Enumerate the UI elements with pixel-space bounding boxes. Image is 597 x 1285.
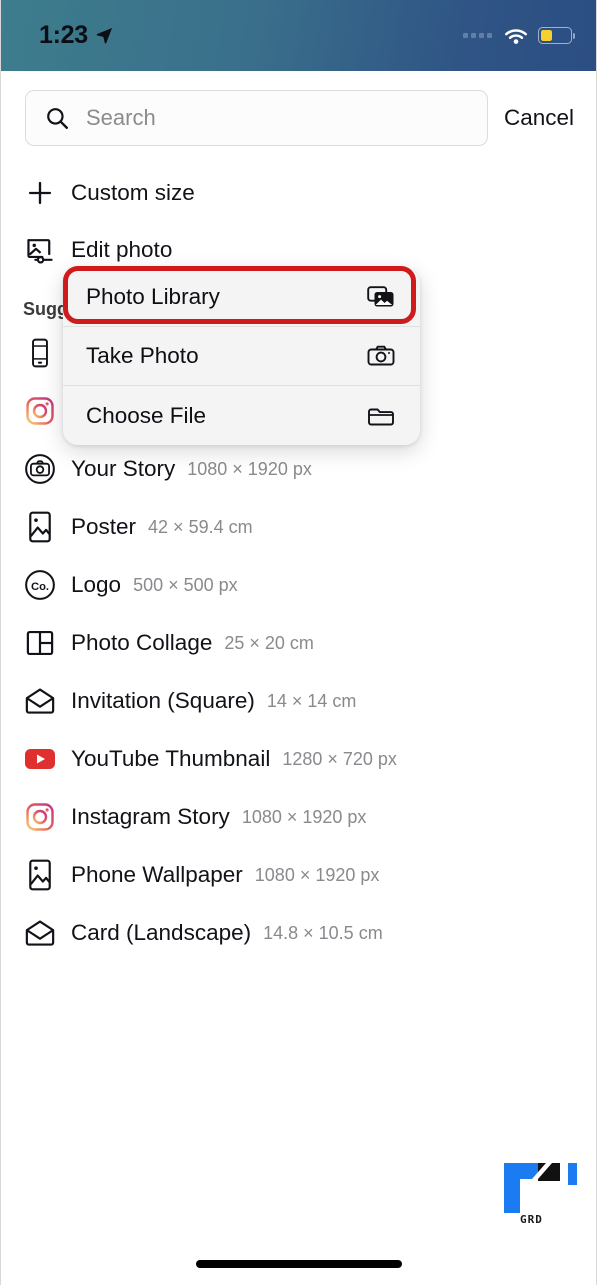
- cellular-signal-icon: [463, 33, 492, 38]
- list-item-photo-collage[interactable]: Photo Collage 25 × 20 cm: [1, 614, 596, 672]
- search-placeholder: Search: [86, 104, 156, 130]
- status-bar-clock: 1:23: [39, 21, 88, 49]
- wifi-icon: [504, 29, 528, 44]
- envelope-icon: [23, 916, 57, 950]
- list-item-youtube-thumbnail[interactable]: YouTube Thumbnail 1280 × 720 px: [1, 730, 596, 788]
- list-item-label: Poster: [71, 514, 137, 539]
- list-item-dimension: 25 × 20 cm: [224, 632, 314, 653]
- list-item-label: Your Story: [71, 456, 176, 481]
- list-item-dimension: 1280 × 720 px: [282, 748, 397, 769]
- list-item-dimension: 42 × 59.4 cm: [148, 516, 253, 537]
- list-item-dimension: 1080 × 1920 px: [254, 864, 380, 885]
- list-item-dimension: 14.8 × 10.5 cm: [263, 922, 383, 943]
- dropdown-item-label: Photo Library: [86, 284, 220, 309]
- status-bar: 1:23: [1, 0, 596, 71]
- list-item-label: Instagram Story: [71, 804, 230, 829]
- location-arrow-icon: [96, 28, 112, 44]
- youtube-icon: [23, 742, 57, 776]
- list-item-label: Photo Collage: [71, 630, 213, 655]
- plus-icon: [23, 176, 57, 210]
- battery-low-power-icon: [538, 27, 575, 44]
- list-item-instagram-story[interactable]: Instagram Story 1080 × 1920 px: [1, 788, 596, 846]
- list-item-dimension: 1080 × 1920 px: [241, 806, 367, 827]
- list-item-dimension: 1080 × 1920 px: [187, 458, 312, 479]
- list-item-poster[interactable]: Poster 42 × 59.4 cm: [1, 498, 596, 556]
- watermark-logo: GRD: [498, 1159, 584, 1227]
- camera-circle-icon: [23, 452, 57, 486]
- camera-icon: [366, 341, 396, 371]
- list-item-dimension: 14 × 14 cm: [266, 690, 357, 711]
- portrait-image-icon: [23, 858, 57, 892]
- list-item-phone-wallpaper[interactable]: Phone Wallpaper 1080 × 1920 px: [1, 846, 596, 904]
- photo-source-dropdown: Photo Library Take Photo Choose File: [63, 268, 420, 445]
- photo-stack-icon: [366, 282, 396, 312]
- dropdown-item-photo-library[interactable]: Photo Library: [63, 268, 420, 327]
- list-item-label: YouTube Thumbnail: [71, 746, 271, 771]
- edit-photo-icon: [23, 233, 57, 267]
- list-item-card-landscape[interactable]: Card (Landscape) 14.8 × 10.5 cm: [1, 904, 596, 962]
- list-item-label: Card (Landscape): [71, 920, 252, 945]
- dropdown-item-label: Take Photo: [86, 343, 199, 368]
- watermark-text: GRD: [520, 1213, 543, 1226]
- list-item-logo[interactable]: Co. Logo 500 × 500 px: [1, 556, 596, 614]
- list-item-label: Edit photo: [71, 237, 173, 262]
- instagram-icon: [23, 394, 57, 428]
- watermark-mark-icon: [504, 1163, 577, 1213]
- search-input[interactable]: Search: [25, 89, 488, 146]
- dropdown-item-label: Choose File: [86, 402, 207, 428]
- status-bar-left: 1:23: [39, 23, 114, 48]
- status-bar-right: [463, 26, 575, 45]
- list-item-label: Logo: [71, 572, 122, 597]
- list-item-dimension: 500 × 500 px: [133, 574, 238, 595]
- svg-text:Co.: Co.: [31, 581, 49, 593]
- cancel-button[interactable]: Cancel: [496, 105, 582, 131]
- folder-icon: [366, 401, 396, 431]
- phone-device-icon: [23, 336, 57, 370]
- home-indicator[interactable]: [195, 1260, 402, 1268]
- collage-grid-icon: [23, 626, 57, 660]
- list-item-custom-size[interactable]: Custom size: [1, 164, 596, 222]
- list-item-label: Invitation (Square): [71, 688, 255, 713]
- envelope-icon: [23, 684, 57, 718]
- logo-circle-icon: Co.: [23, 568, 57, 602]
- list-item-label: Phone Wallpaper: [71, 862, 243, 887]
- dropdown-item-take-photo[interactable]: Take Photo: [63, 327, 420, 386]
- search-bar: Search Cancel: [1, 71, 596, 164]
- dropdown-item-choose-file[interactable]: Choose File: [63, 386, 420, 445]
- phone-screen: 1:23 Search Cancel Custom size Edit phot…: [0, 0, 597, 1285]
- section-heading-suggestions: Sugg: [23, 299, 68, 319]
- search-icon: [47, 107, 68, 129]
- instagram-icon: [23, 800, 57, 834]
- list-item-label: Custom size: [71, 180, 195, 205]
- list-item-your-story[interactable]: Your Story 1080 × 1920 px: [1, 440, 596, 498]
- portrait-image-icon: [23, 510, 57, 544]
- list-item-invitation-square[interactable]: Invitation (Square) 14 × 14 cm: [1, 672, 596, 730]
